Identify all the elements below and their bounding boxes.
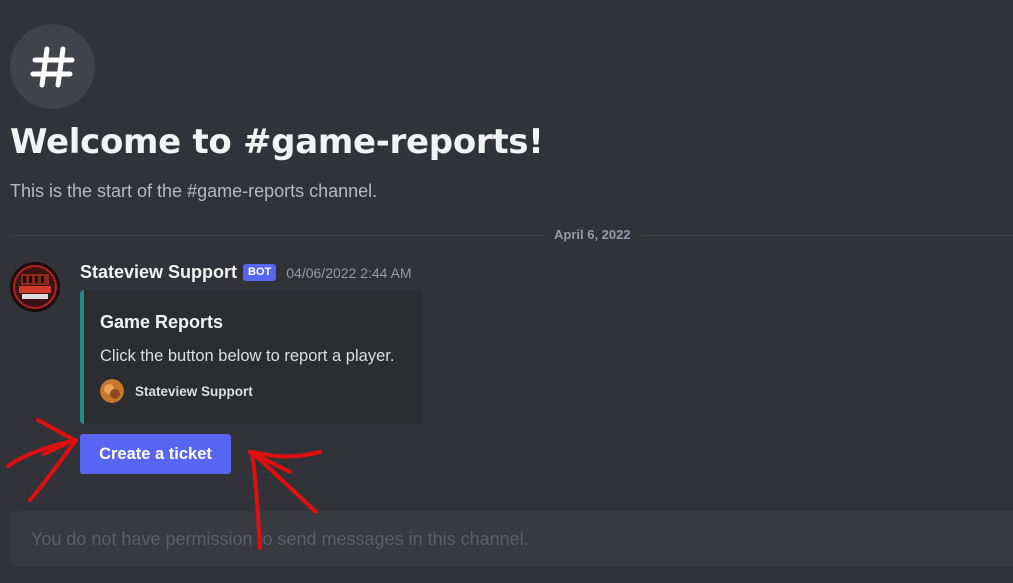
channel-view: Welcome to #game-reports! This is the st… xyxy=(0,0,1013,583)
embed-description: Click the button below to report a playe… xyxy=(100,347,395,365)
footer-avatar-icon xyxy=(100,379,124,403)
right-arrow-head xyxy=(248,450,318,514)
message-embed: Game Reports Click the button below to r… xyxy=(80,290,423,424)
date-divider-label: April 6, 2022 xyxy=(544,227,641,242)
date-divider-line xyxy=(10,235,1013,236)
welcome-subtitle: This is the start of the #game-reports c… xyxy=(10,181,378,201)
bot-tag: BOT xyxy=(243,264,277,281)
left-arrow-head xyxy=(36,418,76,456)
avatar[interactable] xyxy=(10,262,60,312)
author-name[interactable]: Stateview Support xyxy=(80,262,237,283)
message-composer[interactable]: You do not have permission to send messa… xyxy=(10,511,1013,567)
hash-icon xyxy=(10,24,95,109)
create-ticket-button[interactable]: Create a ticket xyxy=(80,434,231,474)
left-arrow-shaft xyxy=(6,438,78,502)
embed-footer-text: Stateview Support xyxy=(135,383,253,399)
message-timestamp: 04/06/2022 2:44 AM xyxy=(286,264,412,281)
welcome-title: Welcome to #game-reports! xyxy=(10,122,544,162)
message-header: Stateview Support BOT 04/06/2022 2:44 AM xyxy=(80,262,412,283)
embed-footer: Stateview Support xyxy=(100,379,253,403)
embed-title: Game Reports xyxy=(100,312,224,332)
